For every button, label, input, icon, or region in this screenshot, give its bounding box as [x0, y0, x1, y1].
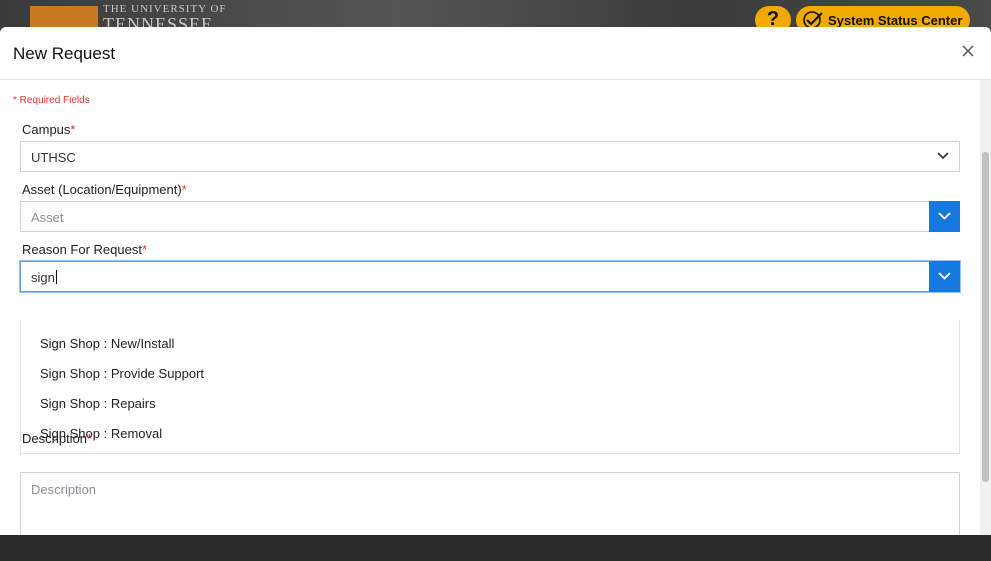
required-mark: * [141, 242, 148, 257]
required-mark: * [87, 431, 93, 446]
modal-body: * Required Fields Campus* UTHSC Asset (L… [0, 80, 980, 535]
text-caret [55, 270, 57, 284]
system-status-label: System Status Center [828, 12, 963, 28]
description-label: Description* [22, 431, 92, 446]
page-footer-backdrop [0, 535, 991, 561]
reason-label-text: Reason For Request [22, 242, 142, 257]
asset-label-text: Asset (Location/Equipment) [22, 182, 182, 197]
site-header: THE UNIVERSITY OF TENNESSEE ? System Sta… [0, 0, 991, 34]
close-icon[interactable] [961, 44, 975, 58]
required-fields-note: * Required Fields [13, 95, 90, 106]
reason-suggestions-list: Sign Shop : New/Install Sign Shop : Prov… [20, 320, 960, 454]
modal-scrollbar[interactable] [980, 80, 991, 535]
asset-label: Asset (Location/Equipment)* [22, 182, 187, 197]
chevron-down-icon [938, 212, 951, 220]
new-request-modal: New Request * Required Fields Campus* UT… [0, 27, 991, 535]
modal-header: New Request [0, 27, 991, 80]
reason-input[interactable]: sign [20, 261, 960, 292]
campus-value: UTHSC [31, 150, 76, 165]
scrollbar-thumb[interactable] [982, 152, 989, 482]
reason-label: Reason For Request* [22, 242, 147, 257]
required-mark: * [181, 182, 187, 197]
campus-label-text: Campus [22, 122, 71, 137]
reason-value: sign [31, 270, 55, 285]
description-label-text: Description [22, 431, 88, 446]
modal-title: New Request [13, 44, 116, 63]
campus-select[interactable]: UTHSC [20, 141, 960, 172]
suggestion-item[interactable]: Sign Shop : New/Install [40, 336, 174, 351]
suggestion-item[interactable]: Sign Shop : Repairs [40, 396, 156, 411]
chevron-down-icon [938, 272, 951, 280]
description-placeholder: Description [31, 482, 97, 497]
asset-input[interactable]: Asset [20, 201, 960, 232]
campus-label: Campus* [22, 122, 75, 137]
required-mark: * [70, 122, 76, 137]
asset-placeholder: Asset [31, 210, 64, 225]
reason-dropdown-button[interactable] [929, 261, 960, 292]
reason-typed-text: sign [31, 270, 57, 285]
description-textarea[interactable]: Description [20, 472, 960, 535]
chevron-down-icon [937, 152, 949, 160]
suggestion-item[interactable]: Sign Shop : Provide Support [40, 366, 204, 381]
asset-dropdown-button[interactable] [929, 201, 960, 232]
